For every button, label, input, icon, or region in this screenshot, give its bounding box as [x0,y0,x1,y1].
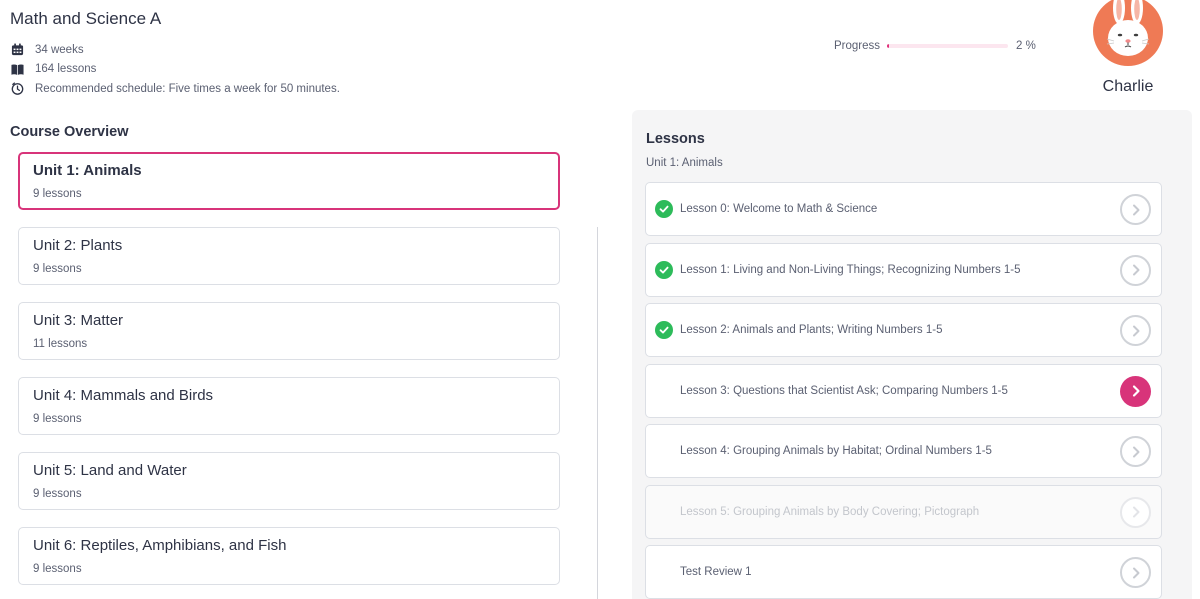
panel-divider [597,227,598,599]
lesson-label: Lesson 3: Questions that Scientist Ask; … [680,384,1008,397]
unit-title: Unit 6: Reptiles, Amphibians, and Fish [33,537,287,554]
lesson-row-0[interactable]: Lesson 0: Welcome to Math & Science [645,182,1162,236]
lesson-label: Lesson 0: Welcome to Math & Science [680,203,878,215]
book-icon [10,62,24,76]
course-title: Math and Science A [10,9,162,28]
unit-card-6[interactable]: Unit 6: Reptiles, Amphibians, and Fish 9… [18,527,560,585]
course-page: Math and Science A 34 weeks 164 lessons … [0,0,1200,599]
lesson-label: Lesson 4: Grouping Animals by Habitat; O… [680,445,992,457]
lesson-row-5: Lesson 5: Grouping Animals by Body Cover… [645,484,1162,539]
chevron-right-icon[interactable] [1120,375,1151,407]
unit-lesson-count: 9 lessons [33,413,82,425]
user-name: Charlie [1102,78,1154,95]
unit-title: Unit 5: Land and Water [33,462,187,479]
lesson-row-3[interactable]: Lesson 3: Questions that Scientist Ask; … [645,363,1162,418]
lesson-label: Lesson 1: Living and Non-Living Things; … [680,263,1021,276]
progress-percent: 2 % [1016,40,1036,52]
unit-list: Unit 1: Animals 9 lessons Unit 2: Plants… [18,152,560,599]
unit-title: Unit 4: Mammals and Birds [33,387,214,404]
lesson-row-4[interactable]: Lesson 4: Grouping Animals by Habitat; O… [645,424,1162,478]
lesson-label: Test Review 1 [680,566,752,578]
check-circle-icon [655,200,673,218]
lesson-label: Lesson 2: Animals and Plants; Writing Nu… [680,324,943,336]
chevron-right-icon [1120,496,1151,528]
chevron-right-icon[interactable] [1120,557,1151,588]
calendar-icon [10,43,24,57]
lesson-row-1[interactable]: Lesson 1: Living and Non-Living Things; … [645,242,1162,297]
meta-weeks-text: 34 weeks [35,43,84,56]
check-circle-icon [655,321,673,339]
course-meta: 34 weeks 164 lessons Recommended schedul… [10,40,340,99]
lesson-label: Lesson 5: Grouping Animals by Body Cover… [680,505,980,518]
meta-lessons: 164 lessons [10,60,340,80]
lessons-unit-label: Unit 1: Animals [646,157,723,169]
lesson-list: Lesson 0: Welcome to Math & Science Less… [645,182,1162,599]
unit-card-5[interactable]: Unit 5: Land and Water 9 lessons [18,452,560,510]
chevron-right-icon[interactable] [1120,315,1151,346]
course-overview-title: Course Overview [10,124,129,140]
progress-label: Progress [834,40,881,52]
lessons-panel: Lessons Unit 1: Animals Lesson 0: Welcom… [632,110,1192,599]
progress-fill [887,44,890,48]
unit-card-4[interactable]: Unit 4: Mammals and Birds 9 lessons [18,377,560,435]
meta-lessons-text: 164 lessons [35,63,97,76]
lessons-title: Lessons [646,131,705,147]
lesson-row-test-review[interactable]: Test Review 1 [645,545,1162,599]
timer-icon [10,82,24,96]
unit-lesson-count: 11 lessons [33,338,88,350]
unit-card-3[interactable]: Unit 3: Matter 11 lessons [18,302,560,360]
bunny-avatar-icon[interactable] [1093,0,1163,66]
unit-lesson-count: 9 lessons [33,488,82,500]
unit-lesson-count: 9 lessons [33,188,82,200]
unit-title: Unit 3: Matter [33,312,124,329]
unit-title: Unit 1: Animals [33,162,142,179]
chevron-right-icon[interactable] [1120,194,1151,225]
unit-card-2[interactable]: Unit 2: Plants 9 lessons [18,227,560,285]
unit-lesson-count: 9 lessons [33,563,82,575]
lesson-row-2[interactable]: Lesson 2: Animals and Plants; Writing Nu… [645,303,1162,357]
unit-title: Unit 2: Plants [33,237,123,254]
course-progress: Progress 2 % [834,40,1036,52]
check-circle-icon [655,260,673,279]
meta-schedule-text: Recommended schedule: Five times a week … [35,82,340,95]
unit-card-1[interactable]: Unit 1: Animals 9 lessons [18,152,560,210]
chevron-right-icon[interactable] [1120,436,1151,467]
chevron-right-icon[interactable] [1120,254,1151,286]
unit-lesson-count: 9 lessons [33,263,82,275]
meta-schedule: Recommended schedule: Five times a week … [10,79,340,99]
meta-weeks: 34 weeks [10,40,340,60]
progress-bar [887,44,1009,48]
